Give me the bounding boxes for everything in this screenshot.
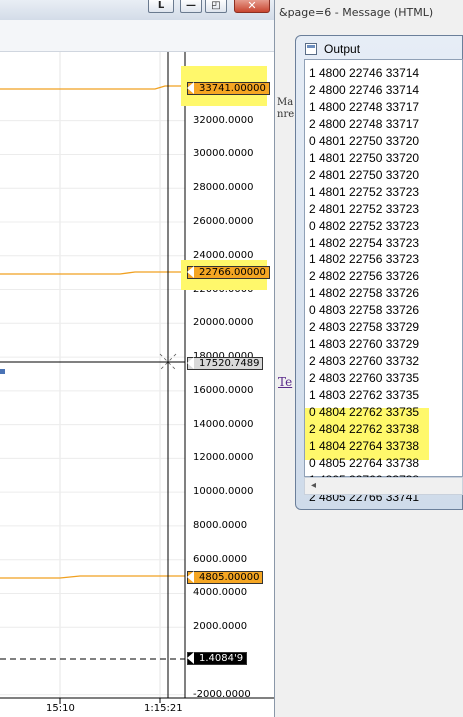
y-axis-tick-label: 8000.0000 bbox=[193, 519, 248, 531]
output-line: 2 4802 22756 33726 bbox=[309, 269, 420, 284]
output-line: 1 4804 22764 33738 bbox=[309, 438, 420, 453]
output-line: 2 4803 22760 33732 bbox=[309, 354, 420, 369]
output-line: 1 4801 22752 33723 bbox=[309, 184, 420, 199]
output-window-title: Output bbox=[324, 42, 361, 56]
output-line: 0 4805 22764 33738 bbox=[309, 455, 420, 470]
output-line: 2 4801 22752 33723 bbox=[309, 201, 420, 216]
price-flag-low: 4805.00000 bbox=[187, 571, 264, 584]
y-axis-tick-label: 4000.0000 bbox=[193, 587, 248, 599]
chart-window: L — ◰ 32000.0000 30000.0000 28000.0000 2600… bbox=[0, 0, 275, 717]
y-axis-tick-label: 2000.0000 bbox=[193, 621, 248, 633]
output-line: 2 4804 22762 33738 bbox=[309, 421, 420, 436]
output-line: 2 4803 22760 33735 bbox=[309, 371, 420, 386]
y-axis-tick-label: 30000.0000 bbox=[193, 148, 254, 160]
crosshair-price-flag: 17520.7489 bbox=[187, 357, 264, 370]
y-axis-tick-label: 32000.0000 bbox=[193, 114, 254, 126]
y-axis-tick-label: 12000.0000 bbox=[193, 452, 254, 464]
chart-mode-button[interactable]: L bbox=[148, 0, 174, 13]
window-icon bbox=[305, 43, 317, 55]
minimize-button[interactable]: — bbox=[180, 0, 202, 13]
output-line: 1 4803 22762 33735 bbox=[309, 388, 420, 403]
y-axis-tick-label: 14000.0000 bbox=[193, 418, 254, 430]
output-line: 2 4803 22758 33729 bbox=[309, 320, 420, 335]
output-line: 1 4803 22760 33729 bbox=[309, 337, 420, 352]
close-button[interactable]: ✕ bbox=[234, 0, 270, 13]
output-line: 2 4800 22746 33714 bbox=[309, 82, 420, 97]
y-axis-tick-label: 28000.0000 bbox=[193, 182, 254, 194]
series-line-mid bbox=[0, 271, 185, 275]
output-line: 1 4801 22750 33720 bbox=[309, 150, 420, 165]
chart-toolbar bbox=[0, 20, 274, 52]
ribbon-label: Ma bbox=[277, 97, 294, 108]
output-line: 1 4800 22746 33714 bbox=[309, 66, 420, 80]
scroll-left-arrow-icon[interactable]: ◂ bbox=[311, 480, 316, 491]
indicator-flag: 1.4084'9 bbox=[187, 652, 248, 665]
output-line: 0 4801 22750 33720 bbox=[309, 133, 420, 148]
x-axis-label: 15:10 bbox=[46, 703, 75, 714]
y-axis-tick-label: 16000.0000 bbox=[193, 384, 254, 396]
resize-handle[interactable] bbox=[0, 369, 5, 374]
output-line: 0 4804 22762 33735 bbox=[309, 405, 420, 419]
horizontal-scrollbar[interactable]: ◂ bbox=[304, 477, 463, 495]
output-line: 0 4802 22752 33723 bbox=[309, 218, 420, 233]
message-link[interactable]: Te bbox=[278, 375, 292, 389]
output-line: 2 4800 22748 33717 bbox=[309, 116, 420, 131]
output-line: 2 4801 22750 33720 bbox=[309, 167, 420, 182]
y-axis-tick-label: 26000.0000 bbox=[193, 215, 254, 227]
restore-button[interactable]: ◰ bbox=[205, 0, 227, 13]
message-window-title: &page=6 - Message (HTML) bbox=[279, 6, 434, 19]
y-axis-tick-label: 10000.0000 bbox=[193, 486, 254, 498]
ribbon-label: nre bbox=[277, 109, 295, 120]
output-line: 1 4800 22748 33717 bbox=[309, 99, 420, 114]
price-flag-mid: 22766.00000 bbox=[187, 266, 270, 279]
y-axis-tick-label: 20000.0000 bbox=[193, 317, 254, 329]
y-axis-tick-label: -2000.0000 bbox=[193, 688, 251, 700]
output-line: 0 4803 22758 33726 bbox=[309, 303, 420, 318]
y-axis-tick-label: 6000.0000 bbox=[193, 553, 248, 565]
output-line: 1 4802 22754 33723 bbox=[309, 235, 420, 250]
output-line: 1 4802 22758 33726 bbox=[309, 286, 420, 301]
price-flag-high: 33741.00000 bbox=[187, 82, 270, 95]
horizontal-grid bbox=[0, 120, 185, 696]
output-line: 1 4802 22756 33723 bbox=[309, 252, 420, 267]
series-line-high bbox=[0, 85, 185, 90]
x-axis-crosshair-label: 1:15:21 bbox=[143, 703, 184, 714]
series-line-low bbox=[0, 575, 185, 579]
